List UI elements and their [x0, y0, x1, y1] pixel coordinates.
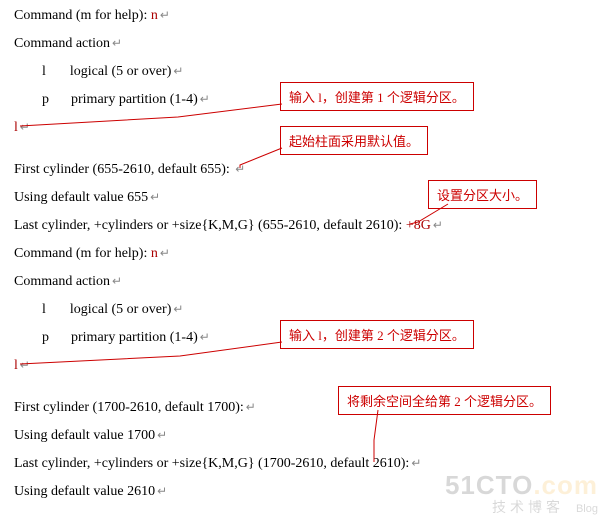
- line-lastcyl-2: Last cylinder, +cylinders or +size{K,M,G…: [14, 456, 421, 472]
- user-input-8g: +8G: [406, 218, 431, 233]
- line-default655: Using default value 655↵: [14, 190, 160, 206]
- line-cmd-1: Command (m for help): n↵: [14, 8, 170, 24]
- line-cmd-2: Command (m for help): n↵: [14, 246, 170, 262]
- callout-create-partition-2: 输入 l，创建第 2 个逻辑分区。: [280, 320, 474, 349]
- watermark: 51CTO.com 技术博客Blog: [445, 471, 598, 516]
- line-default2610: Using default value 2610↵: [14, 484, 167, 500]
- line-cmdaction-2: Command action↵: [14, 274, 122, 290]
- user-input-n: n: [151, 8, 158, 23]
- callout-remaining-space: 将剩余空间全给第 2 个逻辑分区。: [338, 386, 551, 415]
- line-l-input-1: l↵: [14, 120, 30, 136]
- line-lastcyl-1: Last cylinder, +cylinders or +size{K,M,G…: [14, 218, 443, 234]
- line-l-input-2: l↵: [14, 358, 30, 374]
- line-default1700: Using default value 1700↵: [14, 428, 167, 444]
- callout-default-start: 起始柱面采用默认值。: [280, 126, 428, 155]
- line-opt-l-1: llogical (5 or over)↵: [42, 64, 183, 80]
- document-canvas: Command (m for help): n↵ Command action↵…: [0, 0, 606, 522]
- line-opt-p-1: pprimary partition (1-4)↵: [42, 92, 210, 108]
- enter-mark: ↵: [160, 8, 170, 22]
- line-cmdaction-1: Command action↵: [14, 36, 122, 52]
- callout-set-size: 设置分区大小。: [428, 180, 537, 209]
- line-firstcyl-1: First cylinder (655-2610, default 655): …: [14, 162, 245, 178]
- prompt-text: Command (m for help):: [14, 8, 151, 23]
- line-firstcyl-2: First cylinder (1700-2610, default 1700)…: [14, 400, 256, 416]
- line-opt-p-2: pprimary partition (1-4)↵: [42, 330, 210, 346]
- callout-create-partition-1: 输入 l，创建第 1 个逻辑分区。: [280, 82, 474, 111]
- line-opt-l-2: llogical (5 or over)↵: [42, 302, 183, 318]
